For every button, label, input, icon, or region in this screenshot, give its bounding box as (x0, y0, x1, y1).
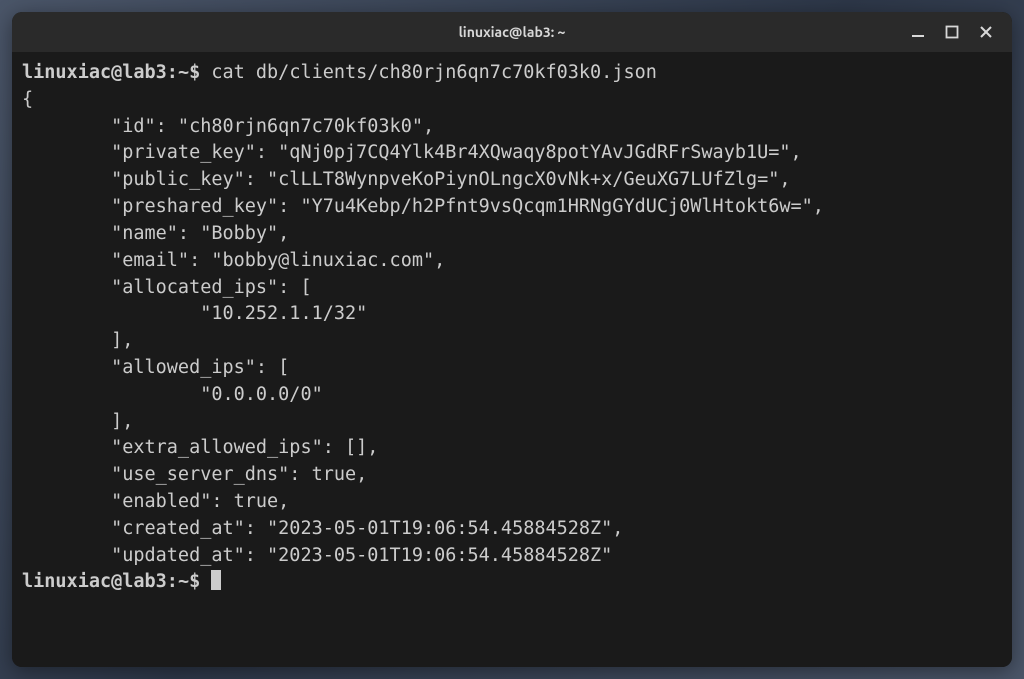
terminal-body[interactable]: linuxiac@lab3:~$ cat db/clients/ch80rjn6… (12, 52, 1012, 667)
prompt-sep: : (167, 62, 178, 83)
terminal-window: linuxiac@lab3: ~ linuxiac@lab3:~$ cat db… (12, 12, 1012, 667)
prompt-user: linuxiac@lab3 (22, 62, 167, 83)
command-text: cat db/clients/ch80rjn6qn7c70kf03k0.json (211, 62, 657, 83)
prompt-user-2: linuxiac@lab3 (22, 571, 167, 592)
minimize-button[interactable] (910, 24, 926, 40)
maximize-button[interactable] (944, 24, 960, 40)
titlebar: linuxiac@lab3: ~ (12, 12, 1012, 52)
prompt-path-2: ~ (178, 571, 189, 592)
prompt-dollar: $ (189, 62, 200, 83)
cursor (211, 570, 221, 590)
window-title: linuxiac@lab3: ~ (459, 24, 566, 40)
command-output: { "id": "ch80rjn6qn7c70kf03k0", "private… (22, 87, 1002, 570)
prompt-dollar-2: $ (189, 571, 200, 592)
close-button[interactable] (978, 24, 994, 40)
window-controls (910, 12, 1004, 52)
prompt-path: ~ (178, 62, 189, 83)
prompt-sep-2: : (167, 571, 178, 592)
